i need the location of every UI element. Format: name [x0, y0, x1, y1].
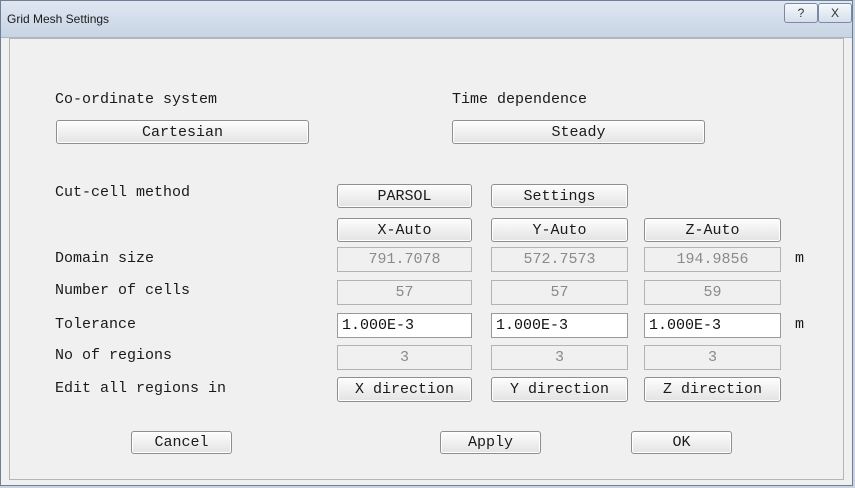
tolerance-x-input[interactable]: 1.000E-3: [337, 313, 472, 338]
domain-size-unit: m: [795, 250, 805, 267]
time-dependence-label: Time dependence: [452, 91, 588, 108]
z-auto-button[interactable]: Z-Auto: [644, 218, 781, 242]
number-of-cells-label: Number of cells: [55, 282, 191, 299]
domain-size-x-field: 791.7078: [337, 247, 472, 272]
title-bar: Grid Mesh Settings ? X: [1, 1, 852, 38]
coordinate-system-label: Co-ordinate system: [55, 91, 218, 108]
coordinate-system-button[interactable]: Cartesian: [56, 120, 309, 144]
cut-cell-method-label: Cut-cell method: [55, 184, 191, 201]
domain-size-label: Domain size: [55, 250, 155, 267]
no-of-regions-label: No of regions: [55, 347, 173, 364]
apply-button[interactable]: Apply: [440, 431, 541, 454]
window-title: Grid Mesh Settings: [7, 12, 110, 26]
regions-x-field: 3: [337, 345, 472, 370]
cut-cell-method-button[interactable]: PARSOL: [337, 184, 472, 208]
edit-x-direction-button[interactable]: X direction: [337, 377, 472, 402]
tolerance-unit: m: [795, 316, 805, 333]
y-auto-button[interactable]: Y-Auto: [491, 218, 628, 242]
cells-x-field: 57: [337, 280, 472, 305]
tolerance-z-input[interactable]: 1.000E-3: [644, 313, 781, 338]
edit-y-direction-button[interactable]: Y direction: [491, 377, 628, 402]
cells-y-field: 57: [491, 280, 628, 305]
cancel-button[interactable]: Cancel: [131, 431, 232, 454]
help-icon: ?: [797, 6, 805, 20]
grid-mesh-settings-dialog: Grid Mesh Settings ? X Co-ordinate syste…: [0, 0, 853, 486]
close-icon: X: [830, 6, 839, 20]
domain-size-z-field: 194.9856: [644, 247, 781, 272]
ok-button[interactable]: OK: [631, 431, 732, 454]
cells-z-field: 59: [644, 280, 781, 305]
tolerance-y-input[interactable]: 1.000E-3: [491, 313, 628, 338]
edit-all-regions-label: Edit all regions in: [55, 380, 227, 397]
cut-cell-settings-button[interactable]: Settings: [491, 184, 628, 208]
regions-y-field: 3: [491, 345, 628, 370]
x-auto-button[interactable]: X-Auto: [337, 218, 472, 242]
close-button[interactable]: X: [818, 3, 852, 23]
edit-z-direction-button[interactable]: Z direction: [644, 377, 781, 402]
regions-z-field: 3: [644, 345, 781, 370]
domain-size-y-field: 572.7573: [491, 247, 628, 272]
time-dependence-button[interactable]: Steady: [452, 120, 705, 144]
help-button[interactable]: ?: [784, 3, 818, 23]
tolerance-label: Tolerance: [55, 316, 137, 333]
